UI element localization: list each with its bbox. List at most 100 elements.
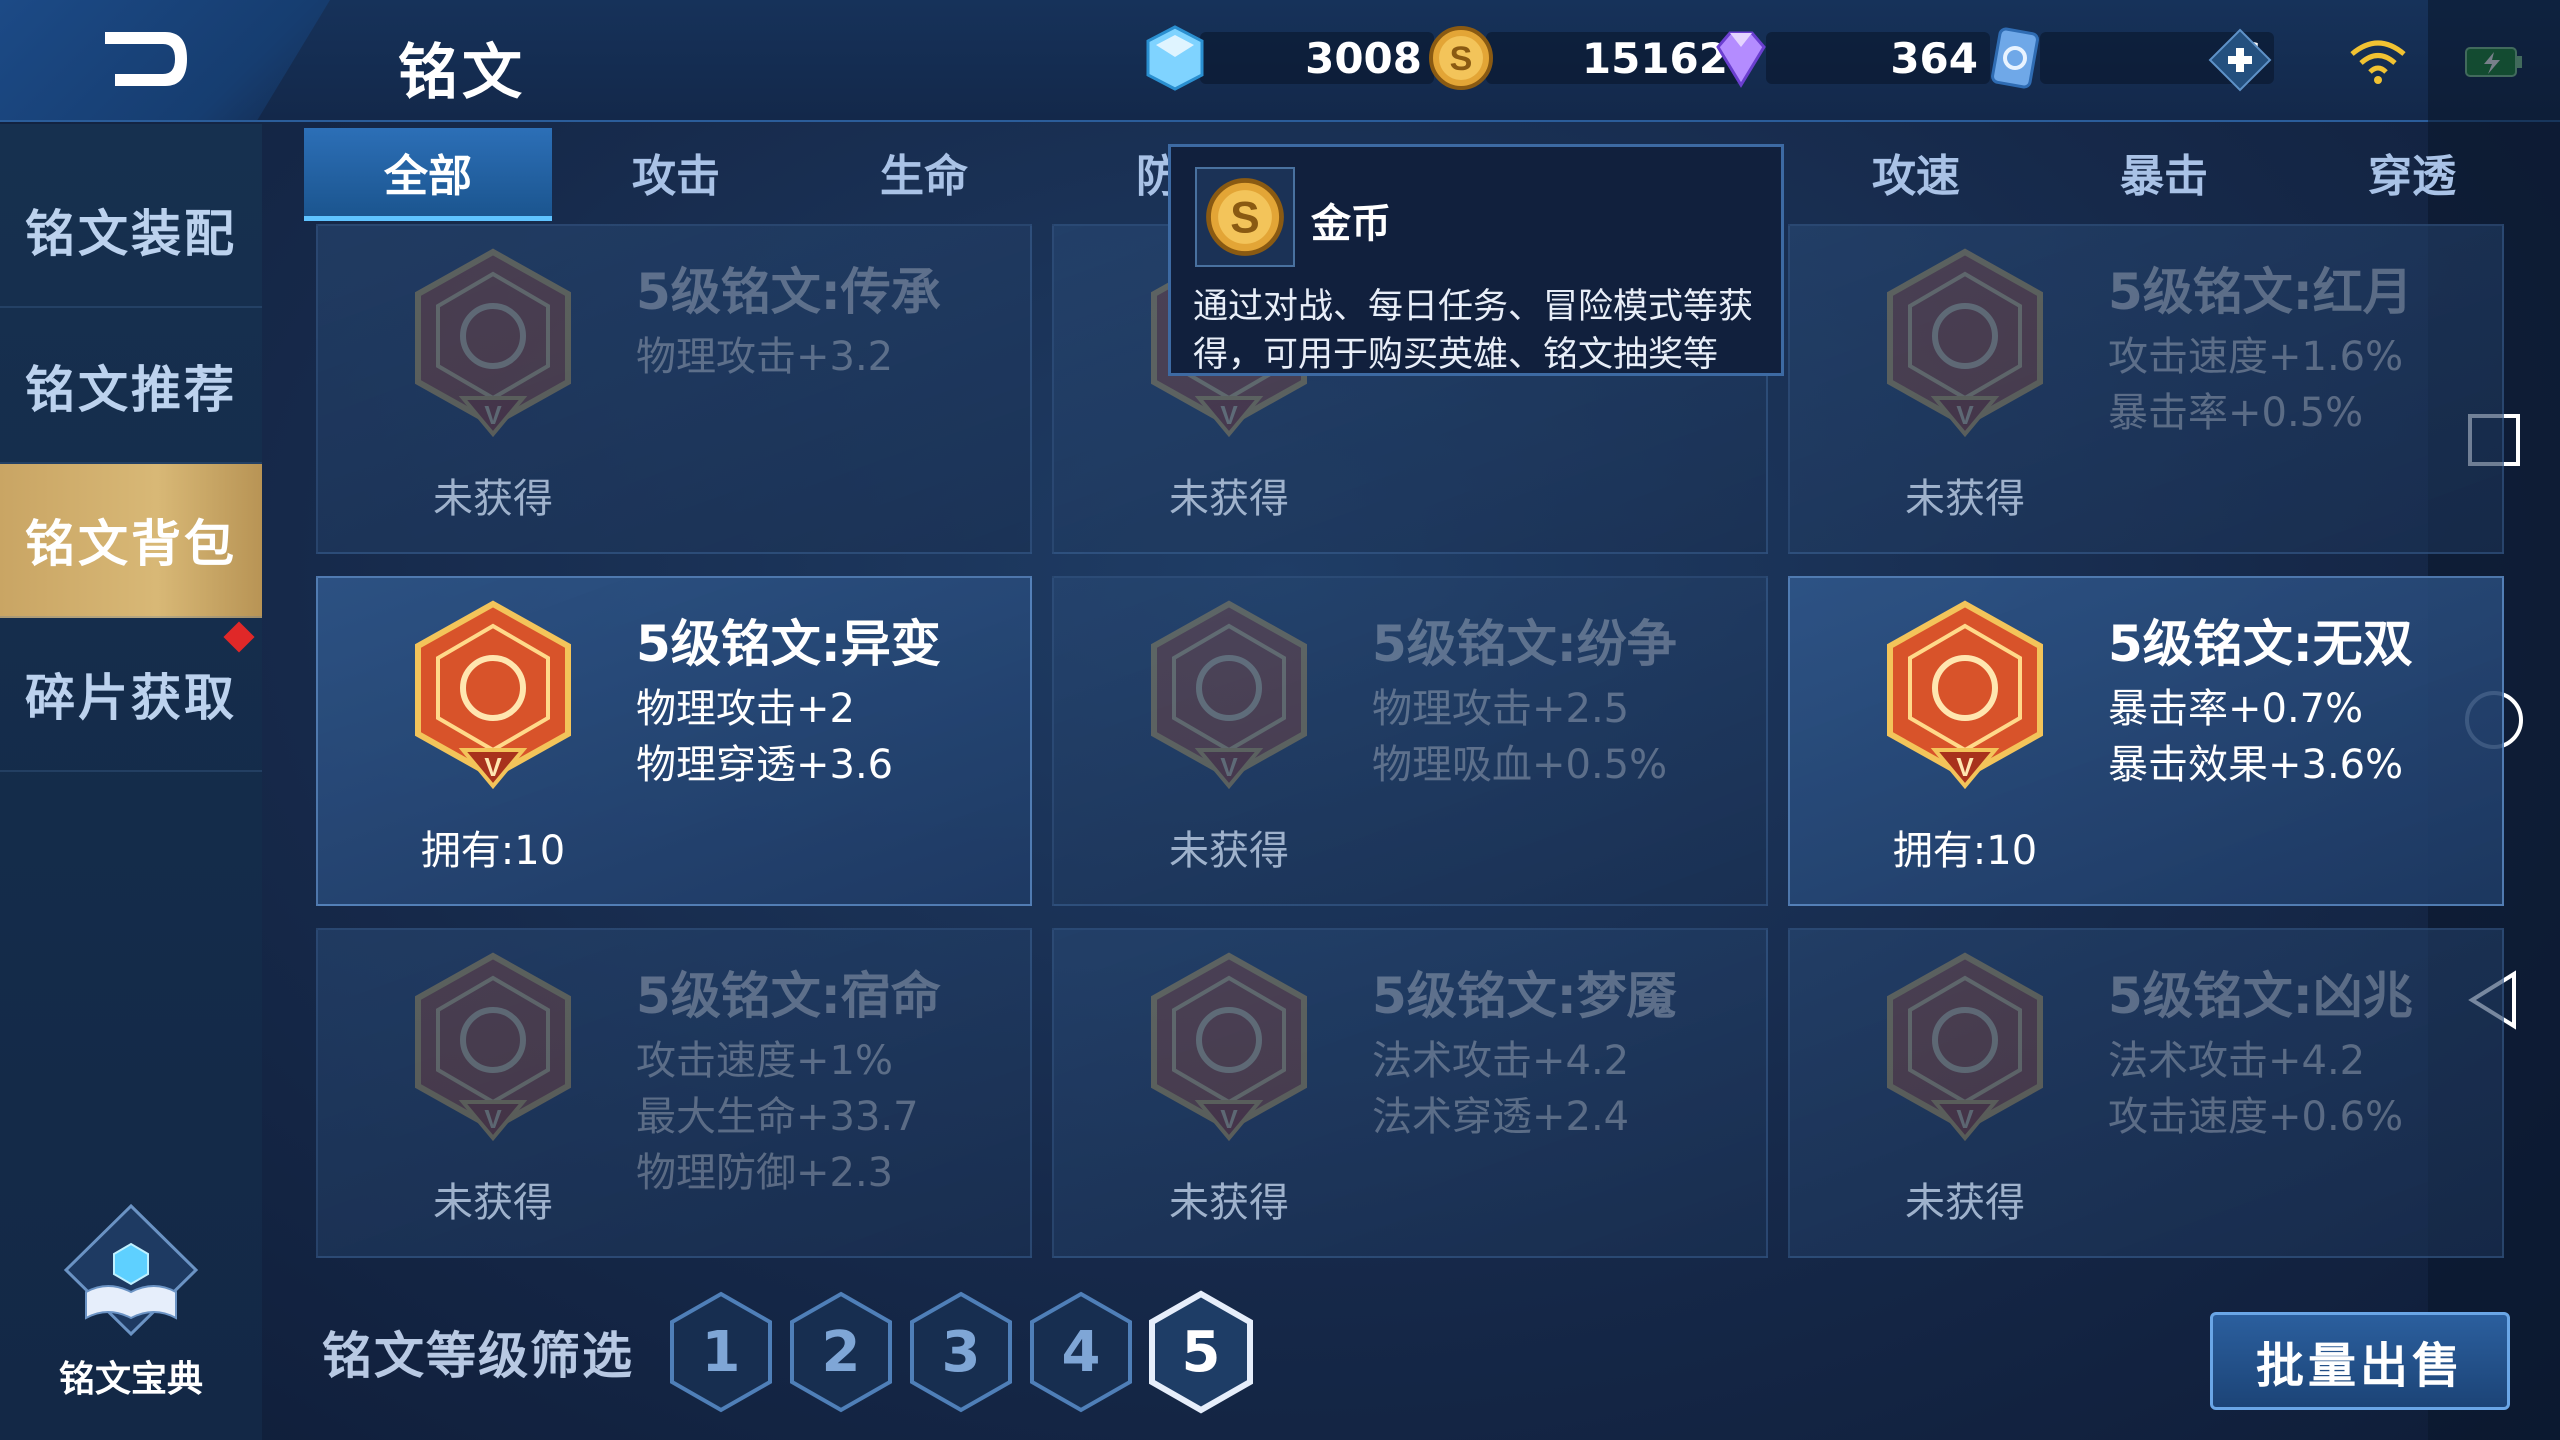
inscription-card[interactable]: V 5级铭文:异变 物理攻击+2 物理穿透+3.6 拥有:10: [316, 576, 1032, 906]
level-filter-3[interactable]: 3: [906, 1290, 1016, 1414]
tooltip-title: 金币: [1311, 201, 1391, 247]
sidebar-item-fragments[interactable]: 碎片获取: [0, 618, 262, 772]
inscription-stat: 物理穿透+3.6: [636, 742, 894, 788]
inscription-name: 5级铭文:纷争: [1372, 615, 1677, 673]
gold-counter[interactable]: S 15162: [1426, 20, 1740, 96]
inscription-stat: 物理吸血+0.5%: [1372, 742, 1668, 788]
sidebar-item-label: 铭文背包: [25, 515, 237, 573]
not-obtained-label: 未获得: [433, 476, 553, 522]
inscription-card[interactable]: V 5级铭文:梦魇 法术攻击+4.2 法术穿透+2.4 未获得: [1052, 928, 1768, 1258]
tab-attack[interactable]: 攻击: [552, 128, 800, 216]
sidebar-item-label: 碎片获取: [25, 669, 237, 727]
inscription-name: 5级铭文:无双: [2108, 615, 2413, 673]
inscription-stat: 物理攻击+2.5: [1372, 686, 1630, 732]
inscription-stat: 最大生命+33.7: [636, 1094, 919, 1140]
svg-text:V: V: [1220, 400, 1238, 430]
sidebar-item-label: 铭文装配: [25, 205, 237, 263]
inscription-name: 5级铭文:异变: [636, 615, 941, 673]
sidebar-item-equip[interactable]: 铭文装配: [0, 154, 262, 308]
tab-attack-speed[interactable]: 攻速: [1792, 128, 2040, 216]
back-button[interactable]: [0, 0, 330, 120]
inscription-emblem-icon: V: [415, 600, 571, 790]
not-obtained-label: 未获得: [1905, 1180, 2025, 1226]
blue-crystal-icon: [1146, 25, 1204, 91]
level-number: 3: [941, 1319, 981, 1385]
not-obtained-label: 未获得: [1169, 1180, 1289, 1226]
svg-text:V: V: [484, 752, 502, 782]
gold-coin-icon: S: [1206, 178, 1284, 256]
level-filter-2[interactable]: 2: [786, 1290, 896, 1414]
plus-icon: [2208, 28, 2272, 92]
svg-text:V: V: [1956, 1104, 1974, 1134]
tab-all[interactable]: 全部: [304, 128, 552, 221]
level-number: 5: [1181, 1319, 1221, 1385]
level-filter-4[interactable]: 4: [1026, 1290, 1136, 1414]
wifi-icon: [2350, 40, 2406, 84]
inscription-emblem-icon: V: [1887, 600, 2043, 790]
inscription-stat: 物理攻击+3.2: [636, 334, 894, 380]
sidebar-item-label: 铭文推荐: [25, 361, 237, 419]
not-obtained-label: 未获得: [1169, 476, 1289, 522]
owned-count: 拥有:10: [1892, 828, 2038, 874]
gold-coin-icon: S: [1429, 26, 1493, 90]
inscription-emblem-icon: V: [1151, 600, 1307, 790]
svg-text:V: V: [1956, 752, 1974, 782]
level-number: 4: [1061, 1319, 1101, 1385]
inscription-card[interactable]: V 5级铭文:无双暴击率+0.7% 暴击效果+3.6% 拥有:10: [1788, 576, 2504, 906]
purple-diamond-icon: [1716, 31, 1766, 88]
inscription-card[interactable]: V 5级铭文:凶兆法术攻击+4.2 攻击速度+0.6% 未获得: [1788, 928, 2504, 1258]
not-obtained-label: 未获得: [1169, 828, 1289, 874]
inscription-card[interactable]: V 5级铭文:纷争物理攻击+2.5 物理吸血+0.5% 未获得: [1052, 576, 1768, 906]
ticket-card-icon: [1991, 27, 2039, 89]
inscription-stat: 攻击速度+1%: [636, 1038, 893, 1084]
crystal-value: 3008: [1200, 32, 1434, 84]
inscription-card[interactable]: V 5级铭文:宿命 攻击速度+1% 最大生命+33.7 物理防御+2.3 未获得: [316, 928, 1032, 1258]
inscription-emblem-icon: V: [1887, 248, 2043, 438]
inscription-card[interactable]: V 5级铭文:红月攻击速度+1.6% 暴击率+0.5% 未获得: [1788, 224, 2504, 554]
inscription-emblem-icon: V: [415, 952, 571, 1142]
book-icon: [63, 1203, 199, 1337]
not-obtained-label: 未获得: [433, 1180, 553, 1226]
inscription-name: 5级铭文:红月: [2108, 263, 2413, 321]
inscription-emblem-icon: V: [1887, 952, 2043, 1142]
sidebar-item-bag[interactable]: 铭文背包: [0, 464, 262, 618]
add-ticket-button[interactable]: [2208, 28, 2272, 92]
codex-button[interactable]: 铭文宝典: [36, 1200, 226, 1400]
tooltip-description: 通过对战、每日任务、冒险模式等获得，可用于购买英雄、铭文抽奖等: [1193, 287, 1754, 375]
level-filter-1[interactable]: 1: [666, 1290, 776, 1414]
bulk-sell-button[interactable]: 批量出售: [2210, 1312, 2510, 1410]
inscription-stat: 暴击率+0.5%: [2108, 390, 2364, 436]
sidebar-item-recommend[interactable]: 铭文推荐: [0, 310, 262, 464]
inscription-stat: 暴击率+0.7%: [2108, 686, 2364, 732]
gold-tooltip: S 金币 通过对战、每日任务、冒险模式等获得，可用于购买英雄、铭文抽奖等: [1168, 144, 1784, 376]
back-arrow-icon: [105, 32, 187, 86]
tab-health[interactable]: 生命: [800, 128, 1048, 216]
owned-count: 拥有:10: [420, 828, 566, 874]
top-bar: 铭文 3008 S 15162 364 6: [0, 0, 2560, 122]
tab-crit[interactable]: 暴击: [2040, 128, 2288, 216]
inscription-card[interactable]: V 5级铭文:传承 物理攻击+3.2 未获得: [316, 224, 1032, 554]
crystal-counter[interactable]: 3008: [1140, 20, 1434, 96]
inscription-stat: 暴击效果+3.6%: [2108, 742, 2404, 788]
svg-text:V: V: [1956, 400, 1974, 430]
level-number: 1: [701, 1319, 741, 1385]
inscription-stat: 法术攻击+4.2: [2108, 1038, 2366, 1084]
inscription-stat: 攻击速度+0.6%: [2108, 1094, 2404, 1140]
not-obtained-label: 未获得: [1905, 476, 2025, 522]
inscription-name: 5级铭文:宿命: [636, 967, 941, 1025]
level-filter-5[interactable]: 5: [1146, 1290, 1256, 1414]
inscription-emblem-icon: V: [1151, 952, 1307, 1142]
level-number: 2: [821, 1319, 861, 1385]
inscription-name: 5级铭文:凶兆: [2108, 967, 2413, 1025]
diamond-counter[interactable]: 364: [1706, 20, 1990, 96]
tab-penetration[interactable]: 穿透: [2288, 128, 2536, 216]
page-title: 铭文: [398, 38, 526, 108]
svg-text:V: V: [1220, 1104, 1238, 1134]
inscription-emblem-icon: V: [415, 248, 571, 438]
svg-text:S: S: [1450, 40, 1473, 78]
inscription-stat: 攻击速度+1.6%: [2108, 334, 2404, 380]
svg-text:V: V: [484, 400, 502, 430]
svg-text:V: V: [1220, 752, 1238, 782]
tooltip-icon-frame: S: [1195, 167, 1295, 267]
svg-text:V: V: [484, 1104, 502, 1134]
